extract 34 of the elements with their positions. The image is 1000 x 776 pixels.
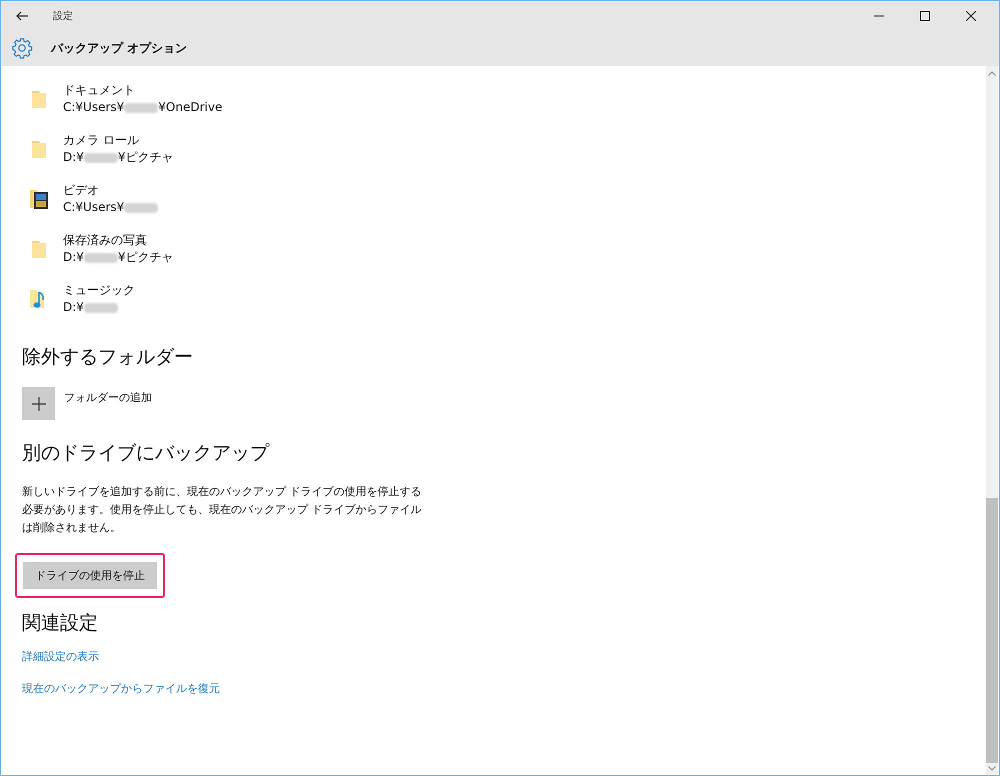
folder-name: ミュージック xyxy=(63,282,135,299)
folder-path: ¥OneDrive xyxy=(158,99,222,116)
window-title: 設定 xyxy=(53,10,73,22)
folder-path: C:¥Users¥ xyxy=(63,99,124,116)
settings-link[interactable]: 詳細設定の表示 xyxy=(22,649,986,669)
scroll-up-icon[interactable] xyxy=(988,71,996,76)
scrollbar-thumb[interactable] xyxy=(986,498,998,763)
folder-path: D:¥ xyxy=(63,149,84,166)
folder-name: 保存済みの写真 xyxy=(63,232,148,249)
folder-path: C:¥Users¥ xyxy=(63,199,124,216)
plus-icon xyxy=(32,396,46,410)
folder-path: ¥ピクチャ xyxy=(118,149,174,166)
video-folder-icon xyxy=(28,188,50,210)
maximize-icon[interactable] xyxy=(920,10,930,20)
section-heading: 別のドライブにバックアップ xyxy=(22,441,270,466)
back-icon[interactable] xyxy=(16,10,28,20)
settings-icon xyxy=(11,37,33,59)
description-text: 新しいドライブを追加する前に、現在のバックアップ ドライブの使用を停止する必要があります。使用を停止しても、現在のバックアップ ドライブからファイルは削除されません。 xyxy=(22,484,422,536)
folder-path: ¥ピクチャ xyxy=(118,249,174,266)
section-heading: 関連設定 xyxy=(22,611,99,636)
page-title: バックアップ オプション xyxy=(51,40,188,56)
folder-name: カメラ ロール xyxy=(63,132,140,149)
scrollbar[interactable] xyxy=(986,66,998,775)
folder-name: ビデオ xyxy=(63,182,100,199)
section-heading: 除外するフォルダー xyxy=(22,345,194,370)
folder-path: D:¥ xyxy=(63,249,84,266)
folder-path: D:¥ xyxy=(63,299,84,316)
add-folder-button[interactable] xyxy=(22,387,55,420)
settings-link[interactable]: 現在のバックアップからファイルを復元 xyxy=(22,681,986,701)
add-folder-label[interactable]: フォルダーの追加 xyxy=(64,390,152,405)
stop-drive-button[interactable]: ドライブの使用を停止 xyxy=(23,562,157,589)
scroll-down-icon[interactable] xyxy=(988,766,996,771)
close-icon[interactable] xyxy=(966,10,976,20)
folder-name: ドキュメント xyxy=(63,82,136,99)
